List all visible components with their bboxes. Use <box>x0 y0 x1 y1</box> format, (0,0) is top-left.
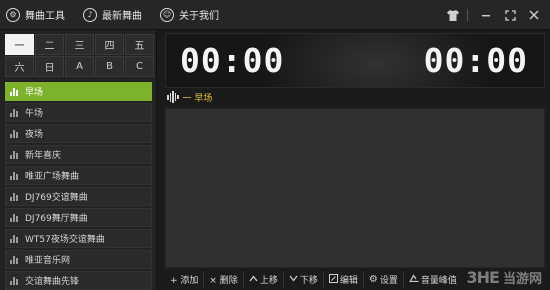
category-label: 夜场 <box>25 130 44 140</box>
add-label: + 添加 <box>170 276 199 286</box>
arrow-down-icon <box>289 275 298 285</box>
edit-icon <box>328 273 338 286</box>
music-note-icon: ♪ <box>83 7 97 22</box>
move-down-label: 下移 <box>299 276 318 286</box>
grid-button-a[interactable]: A <box>65 56 94 77</box>
category-label: 唯亚音乐网 <box>25 256 71 266</box>
bars-icon <box>10 192 20 201</box>
category-label: 交谊舞曲先锋 <box>25 277 80 287</box>
menu-about-label: 关于我们 <box>179 11 219 22</box>
category-label: WT57夜场交谊舞曲 <box>25 235 105 245</box>
menu-about[interactable]: ☺ 关于我们 <box>160 0 219 30</box>
category-item[interactable]: 唯亚音乐网 <box>5 250 152 269</box>
grid-button-3[interactable]: 三 <box>65 34 94 55</box>
edit-label: 编辑 <box>339 276 358 286</box>
menu-tools[interactable]: ⚙ 舞曲工具 <box>6 0 65 30</box>
time-display: 00:00 00:00 <box>165 33 545 88</box>
peak-icon <box>409 274 419 285</box>
category-label: 新年喜庆 <box>25 151 62 161</box>
elapsed-time: 00:00 <box>180 41 285 80</box>
watermark-text: 当游网 <box>502 272 542 287</box>
category-item[interactable]: 午场 <box>5 103 152 122</box>
delete-button[interactable]: × 删除 <box>204 271 244 288</box>
bars-icon <box>10 234 20 243</box>
left-panel: 一 二 三 四 五 六 日 A B C 早场 午场 夜场 新年喜庆 唯亚广场舞曲 <box>0 30 157 290</box>
bars-icon <box>10 171 20 180</box>
waveform-icon <box>167 91 179 103</box>
bars-icon <box>10 150 20 159</box>
bars-icon <box>10 108 20 117</box>
category-item[interactable]: 交谊舞曲先锋 <box>5 271 152 290</box>
grid-button-7[interactable]: 日 <box>35 56 64 77</box>
gear-icon: ⚙ <box>368 273 378 285</box>
move-up-button[interactable]: 上移 <box>244 271 284 288</box>
move-down-button[interactable]: 下移 <box>284 271 324 288</box>
category-label: 早场 <box>25 88 44 98</box>
arrow-up-icon <box>249 274 258 285</box>
settings-label: 设置 <box>379 276 398 286</box>
fullscreen-icon[interactable] <box>500 5 520 25</box>
shirt-icon[interactable] <box>443 5 463 25</box>
grid-button-6[interactable]: 六 <box>5 56 34 77</box>
menu-latest-label: 最新舞曲 <box>102 11 142 22</box>
settings-button[interactable]: ⚙ 设置 <box>364 271 404 288</box>
total-time: 00:00 <box>423 41 528 80</box>
category-item[interactable]: 唯亚广场舞曲 <box>5 166 152 185</box>
category-label: 唯亚广场舞曲 <box>25 172 80 182</box>
watermark: 3HE 当游网 <box>467 268 542 287</box>
grid-button-1[interactable]: 一 <box>5 34 34 55</box>
now-playing: 一 早场 <box>167 90 212 104</box>
category-item[interactable]: 新年喜庆 <box>5 145 152 164</box>
add-button[interactable]: + 添加 <box>165 271 205 288</box>
grid-button-2[interactable]: 二 <box>35 34 64 55</box>
bars-icon <box>10 255 20 264</box>
category-item[interactable]: WT57夜场交谊舞曲 <box>5 229 152 248</box>
volume-peak-button[interactable]: 音量峰值 <box>404 271 462 288</box>
category-item[interactable]: 夜场 <box>5 124 152 143</box>
tools-icon: ⚙ <box>6 7 20 22</box>
grid-button-5[interactable]: 五 <box>125 34 154 55</box>
category-item[interactable]: DJ769交谊舞曲 <box>5 187 152 206</box>
bars-icon <box>10 213 20 222</box>
edit-button[interactable]: 编辑 <box>324 271 364 288</box>
day-grid: 一 二 三 四 五 六 日 A B C <box>5 34 154 77</box>
bars-icon <box>10 129 20 138</box>
minimize-icon[interactable] <box>476 5 496 25</box>
menu-tools-label: 舞曲工具 <box>25 11 65 22</box>
category-list: 早场 午场 夜场 新年喜庆 唯亚广场舞曲 DJ769交谊舞曲 DJ769舞厅舞曲 <box>5 82 152 290</box>
category-label: DJ769舞厅舞曲 <box>25 214 88 224</box>
delete-label: × 删除 <box>209 276 238 286</box>
separator <box>467 9 468 21</box>
now-playing-text: 一 早场 <box>182 93 213 104</box>
grid-button-b[interactable]: B <box>95 56 124 77</box>
move-up-label: 上移 <box>259 276 278 286</box>
category-label: 午场 <box>25 109 44 119</box>
grid-button-4[interactable]: 四 <box>95 34 124 55</box>
category-item[interactable]: DJ769舞厅舞曲 <box>5 208 152 227</box>
menu-latest[interactable]: ♪ 最新舞曲 <box>83 0 142 30</box>
title-bar: ⚙ 舞曲工具 ♪ 最新舞曲 ☺ 关于我们 <box>0 0 550 30</box>
info-icon: ☺ <box>160 7 174 22</box>
bars-icon <box>10 87 20 96</box>
category-label: DJ769交谊舞曲 <box>25 193 88 203</box>
category-item[interactable]: 早场 <box>5 82 152 101</box>
bars-icon <box>10 276 20 285</box>
playlist-area[interactable] <box>165 108 545 268</box>
close-icon[interactable] <box>524 5 544 25</box>
watermark-logo: 3HE <box>466 268 500 287</box>
grid-button-c[interactable]: C <box>125 56 154 77</box>
window-controls <box>439 0 544 30</box>
volume-peak-label: 音量峰值 <box>420 276 457 286</box>
